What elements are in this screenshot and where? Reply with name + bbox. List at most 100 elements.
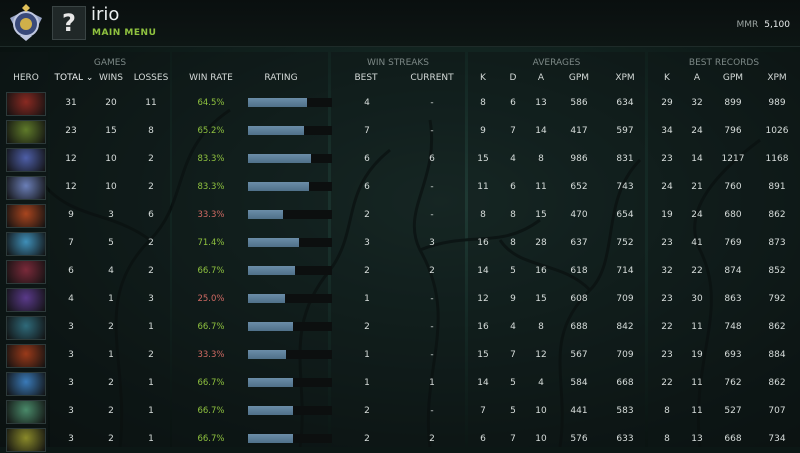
table-row[interactable]: 4 1 3 25.0% 1-12 9 15 608 709 23 30 863 792 bbox=[0, 285, 800, 313]
best-streak-cell: 6 bbox=[364, 154, 370, 164]
avg-xpm-cell: 633 bbox=[616, 434, 634, 444]
current-streak-cell: - bbox=[430, 182, 434, 192]
losses-cell: 2 bbox=[148, 350, 154, 360]
main-menu-link[interactable]: MAIN MENU bbox=[92, 28, 156, 38]
best-gpm-cell: 796 bbox=[724, 126, 742, 136]
wins-cell: 2 bbox=[108, 322, 114, 332]
header-losses[interactable]: LOSSES bbox=[128, 73, 174, 83]
rating-bar-fill bbox=[248, 98, 307, 107]
best-assists-cell: 21 bbox=[691, 182, 703, 192]
best-streak-cell: 4 bbox=[364, 98, 370, 108]
hero-portrait-icon[interactable] bbox=[6, 120, 46, 144]
hero-portrait-icon[interactable] bbox=[6, 232, 46, 256]
avatar[interactable]: ? bbox=[52, 6, 86, 40]
best-gpm-cell: 899 bbox=[724, 98, 742, 108]
rating-bar bbox=[248, 434, 332, 443]
table-row[interactable]: 3 2 1 66.7% 2-16 4 8 688 842 22 11 748 862 bbox=[0, 313, 800, 341]
rating-bar-fill bbox=[248, 126, 305, 135]
losses-cell: 2 bbox=[148, 182, 154, 192]
best-streak-cell: 7 bbox=[364, 126, 370, 136]
total-cell: 7 bbox=[68, 238, 74, 248]
table-row[interactable]: 3 2 1 66.7% 2 2 6 7 10 576 633 8 13 668 734 bbox=[0, 425, 800, 453]
header-best-gpm[interactable]: GPM bbox=[718, 73, 748, 83]
hero-portrait-icon[interactable] bbox=[6, 176, 46, 200]
win-rate-cell: 66.7% bbox=[197, 266, 225, 276]
header-avg-assists[interactable]: A bbox=[531, 73, 551, 83]
header-hero[interactable]: HERO bbox=[6, 73, 46, 83]
best-streak-cell: 2 bbox=[364, 322, 370, 332]
rating-bar bbox=[248, 266, 332, 275]
header-best-kills[interactable]: K bbox=[657, 73, 677, 83]
table-row[interactable]: 3 2 1 66.7% 1 1 14 5 4 584 668 22 11 762 862 bbox=[0, 369, 800, 397]
avg-xpm-cell: 583 bbox=[616, 406, 634, 416]
avg-assists-cell: 13 bbox=[535, 98, 547, 108]
wins-cell: 2 bbox=[108, 434, 114, 444]
best-gpm-cell: 769 bbox=[724, 238, 742, 248]
header-best-assists[interactable]: A bbox=[687, 73, 707, 83]
best-gpm-cell: 680 bbox=[724, 210, 742, 220]
avg-assists-cell: 28 bbox=[535, 238, 547, 248]
best-xpm-cell: 1026 bbox=[765, 126, 789, 136]
header-wins[interactable]: WINS bbox=[94, 73, 128, 83]
header-avg-xpm[interactable]: XPM bbox=[610, 73, 640, 83]
best-streak-cell: 2 bbox=[364, 434, 370, 444]
hero-portrait-icon[interactable] bbox=[6, 372, 46, 396]
hero-portrait-icon[interactable] bbox=[6, 260, 46, 284]
header-avg-kills[interactable]: K bbox=[473, 73, 493, 83]
header-current-streak[interactable]: CURRENT bbox=[404, 73, 460, 83]
table-row[interactable]: 3 1 2 33.3% 1-15 7 12 567 709 23 19 693 884 bbox=[0, 341, 800, 369]
rating-bar-fill bbox=[248, 322, 294, 331]
avg-gpm-cell: 652 bbox=[570, 182, 588, 192]
table-row[interactable]: 31 20 11 64.5% 4-8 6 13 586 634 29 32 899 989 bbox=[0, 89, 800, 117]
rating-bar-fill bbox=[248, 182, 310, 191]
hero-portrait-icon[interactable] bbox=[6, 428, 46, 452]
table-row[interactable]: 9 3 6 33.3% 2-8 8 15 470 654 19 24 680 862 bbox=[0, 201, 800, 229]
header-best-xpm[interactable]: XPM bbox=[762, 73, 792, 83]
hero-portrait-icon[interactable] bbox=[6, 92, 46, 116]
table-row[interactable]: 23 15 8 65.2% 7-9 7 14 417 597 34 24 796 1026 bbox=[0, 117, 800, 145]
header-avg-deaths[interactable]: D bbox=[503, 73, 523, 83]
best-streak-cell: 6 bbox=[364, 182, 370, 192]
avg-xpm-cell: 654 bbox=[616, 210, 634, 220]
total-cell: 31 bbox=[65, 98, 77, 108]
total-cell: 23 bbox=[65, 126, 77, 136]
rating-bar bbox=[248, 322, 332, 331]
hero-portrait-icon[interactable] bbox=[6, 204, 46, 228]
hero-portrait-icon[interactable] bbox=[6, 316, 46, 340]
wins-cell: 4 bbox=[108, 266, 114, 276]
best-assists-cell: 30 bbox=[691, 294, 703, 304]
current-streak-cell: - bbox=[430, 210, 434, 220]
hero-portrait-icon[interactable] bbox=[6, 400, 46, 424]
avg-gpm-cell: 688 bbox=[570, 322, 588, 332]
table-row[interactable]: 12 10 2 83.3% 6-11 6 11 652 743 24 21 760 891 bbox=[0, 173, 800, 201]
best-xpm-cell: 862 bbox=[768, 210, 786, 220]
avg-gpm-cell: 567 bbox=[570, 350, 588, 360]
losses-cell: 2 bbox=[148, 154, 154, 164]
losses-cell: 1 bbox=[148, 322, 154, 332]
best-xpm-cell: 884 bbox=[768, 350, 786, 360]
rating-bar bbox=[248, 378, 332, 387]
header-win-rate[interactable]: WIN RATE bbox=[186, 73, 236, 83]
hero-portrait-icon[interactable] bbox=[6, 288, 46, 312]
table-row[interactable]: 7 5 2 71.4% 3 3 16 8 28 637 752 23 41 769 873 bbox=[0, 229, 800, 257]
avg-assists-cell: 12 bbox=[535, 350, 547, 360]
header-best-streak[interactable]: BEST bbox=[346, 73, 386, 83]
header-avg-gpm[interactable]: GPM bbox=[564, 73, 594, 83]
header-rating[interactable]: RATING bbox=[256, 73, 306, 83]
best-gpm-cell: 748 bbox=[724, 322, 742, 332]
top-bar: ? irio MAIN MENU MMR 5,100 bbox=[0, 0, 800, 47]
best-streak-cell: 2 bbox=[364, 266, 370, 276]
avg-assists-cell: 10 bbox=[535, 406, 547, 416]
best-assists-cell: 24 bbox=[691, 210, 703, 220]
total-cell: 3 bbox=[68, 322, 74, 332]
hero-portrait-icon[interactable] bbox=[6, 344, 46, 368]
table-row[interactable]: 12 10 2 83.3% 6 6 15 4 8 986 831 23 14 1217 1168 bbox=[0, 145, 800, 173]
hero-portrait-icon[interactable] bbox=[6, 148, 46, 172]
rating-bar bbox=[248, 350, 332, 359]
avg-assists-cell: 14 bbox=[535, 126, 547, 136]
table-row[interactable]: 3 2 1 66.7% 2-7 5 10 441 583 8 11 527 707 bbox=[0, 397, 800, 425]
group-win-streaks: WIN STREAKS bbox=[366, 58, 430, 68]
table-row[interactable]: 6 4 2 66.7% 2 2 14 5 16 618 714 32 22 874 852 bbox=[0, 257, 800, 285]
losses-cell: 2 bbox=[148, 238, 154, 248]
header-total[interactable]: TOTAL ⌄ bbox=[52, 73, 96, 83]
